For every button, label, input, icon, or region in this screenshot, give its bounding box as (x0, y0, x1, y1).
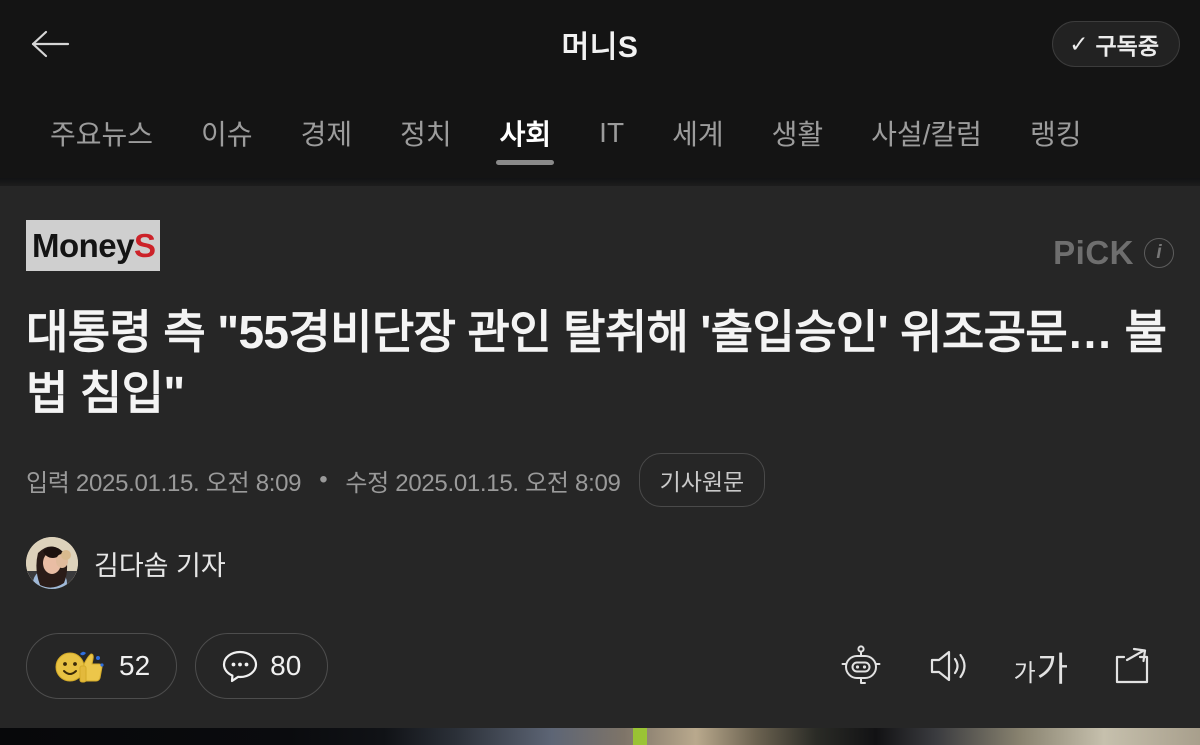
published-time: 입력 2025.01.15. 오전 8:09 (26, 469, 302, 497)
tab-it[interactable]: IT (575, 88, 648, 178)
tab-society[interactable]: 사회 (476, 88, 576, 178)
pick-badge: PiCK i (1053, 220, 1174, 272)
ai-summary-robot-icon (841, 645, 881, 685)
press-logo[interactable]: Money S (26, 220, 160, 271)
font-size-button[interactable]: 가 가 (1014, 642, 1068, 691)
category-tab-bar: 주요뉴스 이슈 경제 정치 사회 IT 세계 생활 사설/칼럼 랭킹 (0, 88, 1200, 178)
font-size-large-glyph: 가 (1036, 650, 1068, 689)
tab-life[interactable]: 생활 (748, 88, 848, 178)
reporter-row[interactable]: 김다솜 기자 (26, 537, 1174, 590)
article-action-bar: 52 80 가 가 (26, 633, 1174, 700)
tab-world[interactable]: 세계 (648, 88, 748, 178)
tab-label: 정치 (400, 119, 452, 150)
check-icon: ✓ (1069, 30, 1089, 57)
avatar-photo (26, 537, 78, 590)
press-logo-accent: S (134, 227, 156, 264)
tab-main-news[interactable]: 주요뉴스 (26, 88, 177, 178)
pick-label: PiCK (1053, 234, 1134, 271)
updated-time: 수정 2025.01.15. 오전 8:09 (345, 469, 621, 497)
reporter-name: 김다솜 기자 (94, 550, 226, 581)
avatar (26, 537, 78, 590)
article-headline: 대통령 측 "55경비단장 관인 탈취해 '출입승인' 위조공문… 불법 침입" (26, 306, 1167, 419)
tab-label: 생활 (771, 119, 824, 150)
font-size-small-glyph: 가 (1013, 659, 1036, 687)
tab-label: 랭킹 (1029, 119, 1082, 150)
listen-speaker-icon (930, 651, 966, 682)
article-tools: 가 가 (838, 642, 1174, 691)
tab-label: 사회 (499, 119, 552, 150)
tab-label: 경제 (300, 119, 353, 150)
reaction-count: 52 (119, 650, 151, 682)
press-logo-main: Money (32, 227, 135, 264)
comments-button[interactable]: 80 (195, 633, 329, 700)
meta-separator: • (319, 466, 328, 494)
subscribe-label: 구독중 (1095, 33, 1159, 59)
subscribe-button[interactable]: ✓ 구독중 (1052, 21, 1180, 67)
info-glyph: i (1156, 242, 1162, 263)
article-meta-row: 입력 2025.01.15. 오전 8:09 • 수정 2025.01.15. … (26, 453, 1174, 508)
thumbs-up-emoji (55, 652, 104, 683)
tab-label: IT (599, 117, 625, 148)
reaction-button[interactable]: 52 (26, 633, 178, 700)
share-button[interactable] (1110, 644, 1154, 688)
press-and-pick-row: Money S PiCK i (26, 220, 1174, 272)
tab-issue[interactable]: 이슈 (177, 88, 277, 178)
tab-label: 세계 (672, 119, 724, 150)
comment-count: 80 (270, 650, 302, 682)
original-article-button[interactable]: 기사원문 (638, 453, 766, 508)
article-header-section: Money S PiCK i 대통령 측 "55경비단장 관인 탈취해 '출입승… (0, 186, 1200, 745)
comment-bubble-icon (223, 651, 258, 683)
tabbar-divider (0, 178, 1200, 186)
tab-label: 이슈 (201, 119, 253, 150)
tab-label: 사설/칼럼 (871, 119, 982, 150)
share-icon (1115, 648, 1149, 684)
top-app-bar: 머니S ✓ 구독중 (0, 0, 1200, 88)
info-icon[interactable]: i (1144, 238, 1174, 268)
photo-accent (633, 728, 647, 745)
tab-politics[interactable]: 정치 (376, 88, 476, 178)
press-title: 머니S (561, 31, 639, 64)
reaction-pills: 52 80 (26, 633, 329, 700)
tab-label: 주요뉴스 (50, 119, 154, 150)
tab-ranking[interactable]: 랭킹 (1006, 88, 1106, 178)
article-photo-preview (0, 728, 1200, 745)
ai-summary-button[interactable] (838, 643, 884, 689)
news-article-screen: 머니S ✓ 구독중 주요뉴스 이슈 경제 정치 사회 IT 세계 생활 사설/칼… (0, 0, 1200, 745)
tab-economy[interactable]: 경제 (277, 88, 377, 178)
listen-button[interactable] (926, 644, 972, 688)
tab-editorial-column[interactable]: 사설/칼럼 (847, 88, 1006, 178)
